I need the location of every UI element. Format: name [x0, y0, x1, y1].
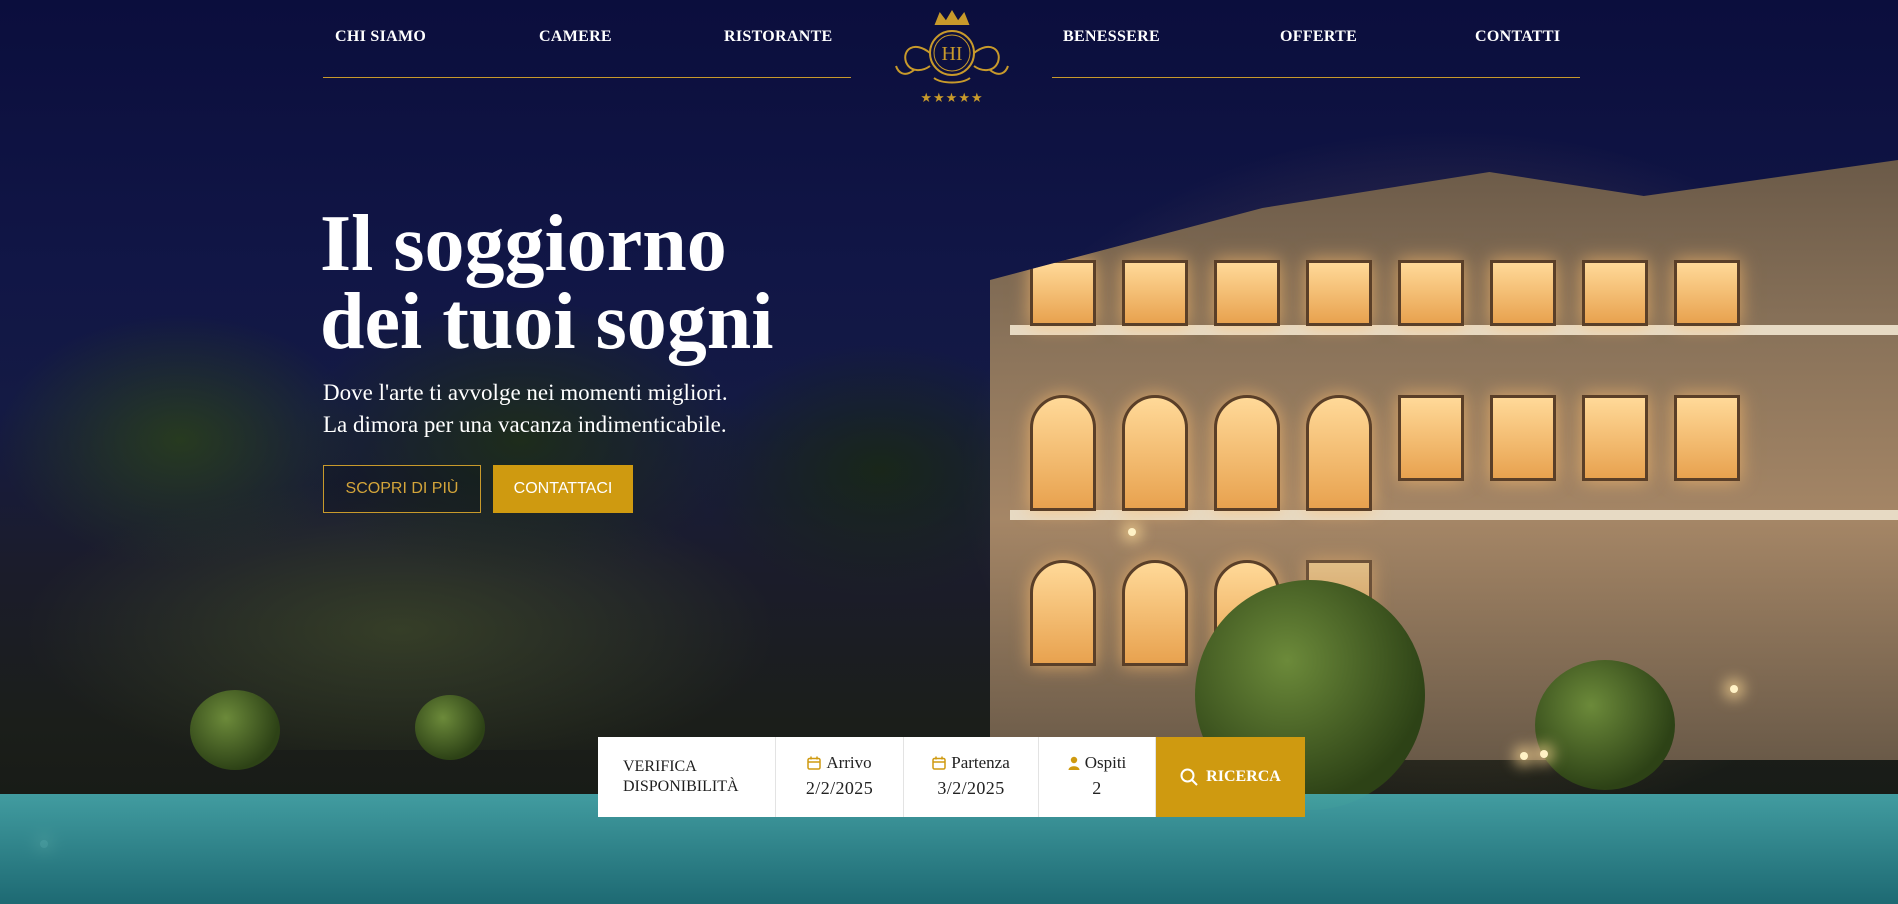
departure-date-field[interactable]: Partenza 3/2/2025 [904, 737, 1039, 817]
arrival-date-field[interactable]: Arrivo 2/2/2025 [776, 737, 904, 817]
search-button[interactable]: RICERCA [1156, 737, 1305, 817]
person-icon [1068, 756, 1080, 770]
nav-divider-right [1052, 77, 1580, 78]
booking-bar: VERIFICA DISPONIBILITÀ Arrivo 2/2/2025 P… [598, 737, 1305, 817]
calendar-icon [932, 756, 946, 770]
departure-value: 3/2/2025 [937, 778, 1005, 798]
hero-headline: Il soggiorno dei tuoi sogni [320, 204, 880, 362]
headline-line-2: dei tuoi sogni [320, 278, 774, 366]
subline-1: Dove l'arte ti avvolge nei momenti migli… [323, 380, 728, 405]
nav-ristorante[interactable]: RISTORANTE [724, 28, 833, 46]
discover-more-button[interactable]: SCOPRI DI PIÙ [323, 465, 481, 513]
nav-chi-siamo[interactable]: CHI SIAMO [335, 28, 426, 46]
departure-label: Partenza [951, 753, 1010, 772]
booking-title: VERIFICA DISPONIBILITÀ [598, 737, 776, 817]
hero-subline: Dove l'arte ti avvolge nei momenti migli… [323, 377, 728, 441]
search-label: RICERCA [1206, 768, 1281, 785]
svg-text:★★★★★: ★★★★★ [920, 91, 983, 106]
search-icon [1180, 768, 1198, 786]
headline-line-1: Il soggiorno [320, 200, 727, 288]
nav-contatti[interactable]: CONTATTI [1475, 28, 1560, 46]
subline-2: La dimora per una vacanza indimenticabil… [323, 412, 727, 437]
calendar-icon [807, 756, 822, 770]
contact-button[interactable]: CONTATTACI [493, 465, 633, 513]
nav-camere[interactable]: CAMERE [539, 28, 612, 46]
guests-label: Ospiti [1084, 753, 1127, 772]
hotel-logo[interactable]: HI ★★★★★ [884, 10, 1020, 110]
nav-benessere[interactable]: BENESSERE [1063, 28, 1160, 46]
garden-trees [0, 300, 1100, 750]
arrival-label: Arrivo [826, 753, 872, 772]
guests-field[interactable]: Ospiti 2 [1039, 737, 1156, 817]
arrival-value: 2/2/2025 [805, 778, 874, 798]
guests-value: 2 [1092, 778, 1102, 798]
villa-building [990, 160, 1898, 760]
nav-divider-left [323, 77, 851, 78]
nav-offerte[interactable]: OFFERTE [1280, 28, 1357, 46]
crest-icon: HI ★★★★★ [895, 10, 1009, 106]
svg-text:HI: HI [941, 43, 962, 65]
